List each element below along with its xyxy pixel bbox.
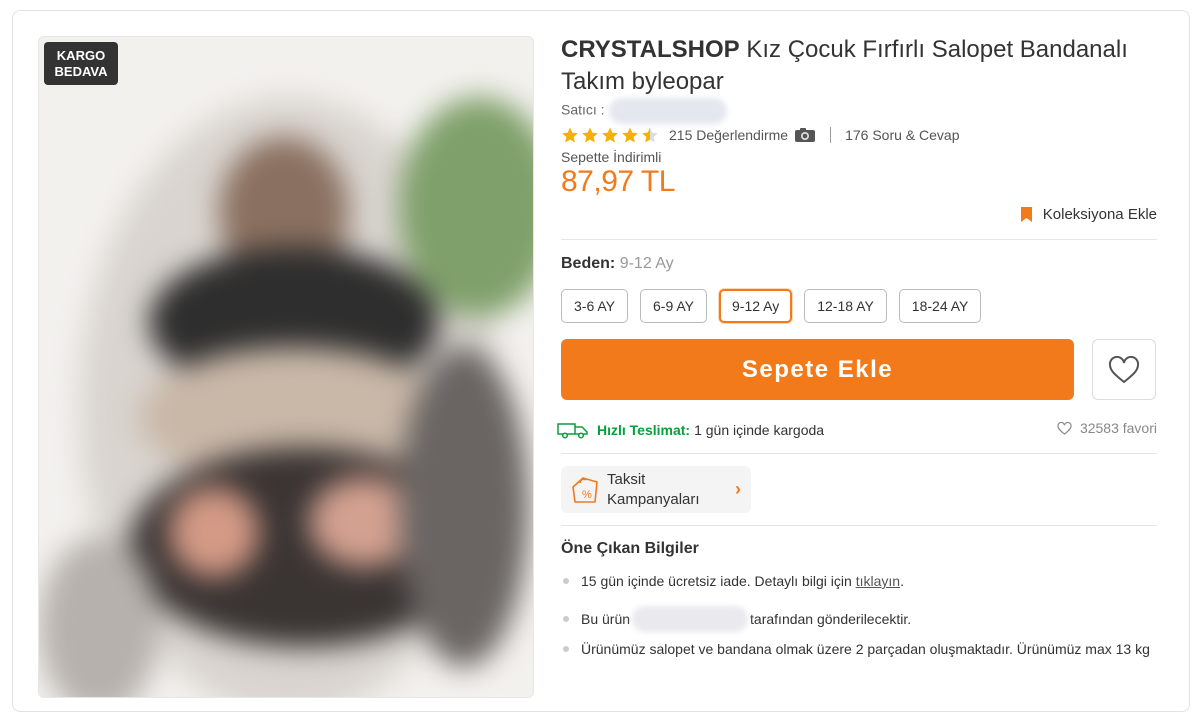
star-icon bbox=[602, 127, 618, 143]
highlight-item: Bu ürün tarafından gönderilecektir. bbox=[561, 606, 911, 632]
price: 87,97 TL bbox=[561, 165, 675, 198]
favorite-count-text: 32583 favori bbox=[1079, 420, 1157, 436]
highlight-product-info: Ürünümüz salopet ve bandana olmak üzere … bbox=[581, 641, 1150, 657]
heart-outline-icon bbox=[1057, 421, 1072, 435]
fast-delivery-label: Hızlı Teslimat: bbox=[597, 422, 691, 438]
collection-label: Koleksiyona Ekle bbox=[1042, 206, 1157, 223]
size-option-18-24[interactable]: 18-24 AY bbox=[898, 289, 982, 323]
highlight-item: 15 gün içinde ücretsiz iade. Detaylı bil… bbox=[561, 573, 904, 589]
free-shipping-badge: KARGO BEDAVA bbox=[44, 42, 118, 85]
star-icon bbox=[562, 127, 578, 143]
camera-icon bbox=[795, 128, 816, 142]
review-count[interactable]: 215 Değerlendirme bbox=[669, 127, 788, 143]
details-link[interactable]: tıklayın bbox=[856, 573, 900, 589]
highlight-item: Ürünümüz salopet ve bandana olmak üzere … bbox=[561, 641, 1150, 657]
badge-line2: BEDAVA bbox=[54, 63, 108, 79]
size-option-6-9[interactable]: 6-9 AY bbox=[640, 289, 707, 323]
bullet-icon bbox=[563, 616, 569, 622]
fast-delivery-info: Hızlı Teslimat: 1 gün içinde kargoda bbox=[557, 421, 824, 439]
size-selector: 3-6 AY 6-9 AY 9-12 Ay 12-18 AY 18-24 AY bbox=[561, 289, 993, 323]
delivery-text: 1 gün içinde kargoda bbox=[694, 422, 825, 438]
bullet-icon bbox=[563, 646, 569, 652]
shopping-bag-percent-icon: % bbox=[572, 476, 598, 503]
star-icon bbox=[622, 127, 638, 143]
size-label: Beden: 9-12 Ay bbox=[561, 255, 674, 273]
rating-stars[interactable] bbox=[561, 126, 661, 144]
badge-line1: KARGO bbox=[56, 47, 106, 63]
add-to-collection-button[interactable]: Koleksiyona Ekle bbox=[1020, 206, 1157, 223]
installment-campaigns-button[interactable]: % Taksit Kampanyaları › bbox=[561, 466, 751, 513]
installment-label: Taksit Kampanyaları bbox=[607, 470, 727, 510]
size-option-9-12[interactable]: 9-12 Ay bbox=[719, 289, 793, 323]
half-star-icon bbox=[642, 127, 658, 143]
size-option-3-6[interactable]: 3-6 AY bbox=[561, 289, 628, 323]
product-photo-blurred bbox=[39, 37, 533, 697]
size-option-12-18[interactable]: 12-18 AY bbox=[804, 289, 887, 323]
seller-name-redacted[interactable] bbox=[608, 98, 727, 124]
size-title: Beden: bbox=[561, 255, 616, 272]
brand-name[interactable]: CRYSTALSHOP bbox=[561, 36, 740, 63]
add-to-cart-button[interactable]: Sepete Ekle bbox=[561, 339, 1074, 400]
qa-count[interactable]: 176 Soru & Cevap bbox=[845, 127, 959, 143]
bullet-icon bbox=[563, 578, 569, 584]
highlight-seller-pre: Bu ürün bbox=[581, 611, 631, 627]
highlight-seller-post: tarafından gönderilecektir. bbox=[750, 611, 912, 627]
seller-row: Satıcı : bbox=[561, 98, 727, 124]
heart-icon bbox=[1108, 355, 1140, 383]
installment-line2: Kampanyaları bbox=[607, 490, 700, 508]
selected-size: 9-12 Ay bbox=[619, 255, 674, 272]
product-image[interactable] bbox=[38, 36, 534, 698]
truck-icon bbox=[557, 423, 588, 439]
bookmark-icon bbox=[1020, 207, 1032, 222]
seller-label: Satıcı : bbox=[561, 101, 605, 118]
svg-text:%: % bbox=[582, 489, 592, 501]
divider bbox=[830, 127, 832, 143]
chevron-right-icon: › bbox=[735, 479, 741, 499]
highlight-return-text: 15 gün içinde ücretsiz iade. Detaylı bil… bbox=[581, 573, 852, 589]
star-icon bbox=[582, 127, 598, 143]
seller-name-redacted bbox=[632, 606, 749, 632]
product-title: CRYSTALSHOP Kız Çocuk Fırfırlı Salopet B… bbox=[561, 34, 1157, 98]
installment-line1: Taksit bbox=[607, 470, 646, 488]
divider bbox=[561, 239, 1157, 240]
rating-row: 215 Değerlendirme 176 Soru & Cevap bbox=[561, 126, 959, 144]
highlight-period: . bbox=[900, 573, 904, 589]
highlights-title: Öne Çıkan Bilgiler bbox=[561, 540, 699, 557]
divider bbox=[561, 453, 1157, 454]
divider bbox=[561, 525, 1157, 526]
favorite-count: 32583 favori bbox=[1057, 420, 1157, 436]
cart-discount-label: Sepette İndirimli bbox=[561, 149, 662, 165]
favorite-button[interactable] bbox=[1092, 339, 1156, 400]
